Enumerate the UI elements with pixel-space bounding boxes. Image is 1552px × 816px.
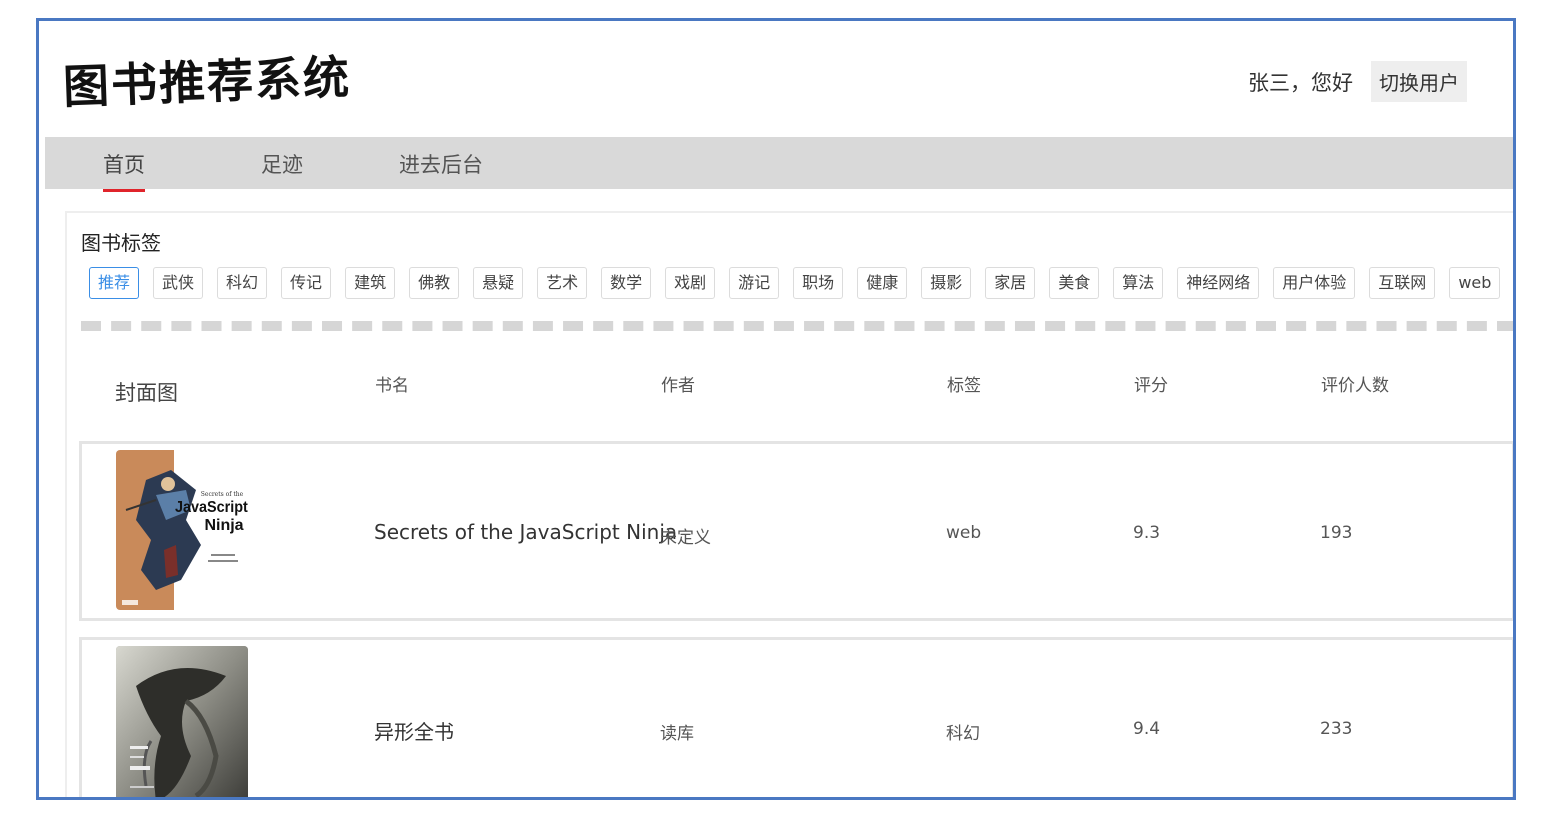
column-header-title: 书名 <box>375 376 409 396</box>
main-nav: 首页 足迹 进去后台 <box>45 137 1513 192</box>
book-author: 未定义 <box>660 528 711 548</box>
table-row[interactable]: 异形全书 读库 科幻 9.4 233 <box>79 637 1513 797</box>
tag-math[interactable]: 数学 <box>601 267 652 299</box>
tag-biography[interactable]: 传记 <box>281 267 332 299</box>
nav-item-admin[interactable]: 进去后台 <box>399 149 483 189</box>
book-cover-image <box>116 646 248 797</box>
book-rating: 9.3 <box>1133 523 1161 543</box>
tag-algorithm[interactable]: 算法 <box>1113 267 1164 299</box>
alien-book-cover[interactable] <box>116 646 248 797</box>
tag-art[interactable]: 艺术 <box>537 267 588 299</box>
tags-section-title: 图书标签 <box>81 231 161 255</box>
tag-scifi[interactable]: 科幻 <box>217 267 268 299</box>
book-rating-count: 193 <box>1320 523 1353 543</box>
tag-neural-network[interactable]: 神经网络 <box>1177 267 1260 299</box>
nav-item-history[interactable]: 足迹 <box>261 149 303 189</box>
tag-mystery[interactable]: 悬疑 <box>473 267 524 299</box>
site-logo[interactable]: 图书推荐系统 <box>62 41 352 117</box>
book-title[interactable]: 异形全书 <box>374 716 454 745</box>
tag-wuxia[interactable]: 武侠 <box>153 267 204 299</box>
book-title[interactable]: Secrets of the JavaScript Ninja <box>374 520 677 544</box>
user-area: 张三，您好 切换用户 <box>1248 61 1467 102</box>
column-header-count: 评价人数 <box>1321 376 1389 396</box>
tag-photography[interactable]: 摄影 <box>921 267 972 299</box>
tag-recommend[interactable]: 推荐 <box>89 267 140 299</box>
column-header-rating: 评分 <box>1134 376 1168 396</box>
book-rating-count: 233 <box>1320 719 1353 739</box>
tag-travel[interactable]: 游记 <box>729 267 780 299</box>
tag-buddhism[interactable]: 佛教 <box>409 267 460 299</box>
tag-home[interactable]: 家居 <box>985 267 1036 299</box>
tag-ux[interactable]: 用户体验 <box>1273 267 1356 299</box>
book-cover-image: Secrets of the JavaScript Ninja <box>116 450 248 610</box>
cover-text-ninja: Ninja <box>204 517 243 534</box>
tag-architecture[interactable]: 建筑 <box>345 267 396 299</box>
table-header: 封面图 书名 作者 标签 评分 评价人数 <box>67 371 1513 411</box>
tag-internet[interactable]: 互联网 <box>1369 267 1436 299</box>
column-header-author: 作者 <box>661 376 695 396</box>
javascript-ninja-cover[interactable]: Secrets of the JavaScript Ninja <box>116 450 248 610</box>
book-rating: 9.4 <box>1133 719 1161 739</box>
cover-text-small: Secrets of the <box>201 491 244 498</box>
nav-item-home[interactable]: 首页 <box>103 149 145 192</box>
main-content: 图书标签 推荐 武侠 科幻 传记 建筑 佛教 悬疑 艺术 数学 戏剧 游记 职场… <box>65 211 1513 797</box>
book-author: 读库 <box>660 724 694 744</box>
tag-web[interactable]: web <box>1449 267 1501 299</box>
book-tag: 科幻 <box>946 724 980 744</box>
user-greeting: 张三，您好 <box>1248 70 1353 95</box>
section-divider <box>81 321 1513 331</box>
tag-career[interactable]: 职场 <box>793 267 844 299</box>
header: 图书推荐系统 张三，您好 切换用户 <box>39 21 1513 136</box>
switch-user-button[interactable]: 切换用户 <box>1371 61 1467 102</box>
cover-text-javascript: JavaScript <box>175 498 248 516</box>
tag-drama[interactable]: 戏剧 <box>665 267 716 299</box>
tag-food[interactable]: 美食 <box>1049 267 1100 299</box>
book-tag: web <box>946 523 982 543</box>
table-row[interactable]: Secrets of the JavaScript Ninja Secrets … <box>79 441 1513 621</box>
column-header-tag: 标签 <box>947 376 981 396</box>
tag-health[interactable]: 健康 <box>857 267 908 299</box>
app-window: 图书推荐系统 张三，您好 切换用户 首页 足迹 进去后台 图书标签 推荐 武侠 … <box>36 18 1516 800</box>
tag-list: 推荐 武侠 科幻 传记 建筑 佛教 悬疑 艺术 数学 戏剧 游记 职场 健康 摄… <box>89 267 1513 299</box>
